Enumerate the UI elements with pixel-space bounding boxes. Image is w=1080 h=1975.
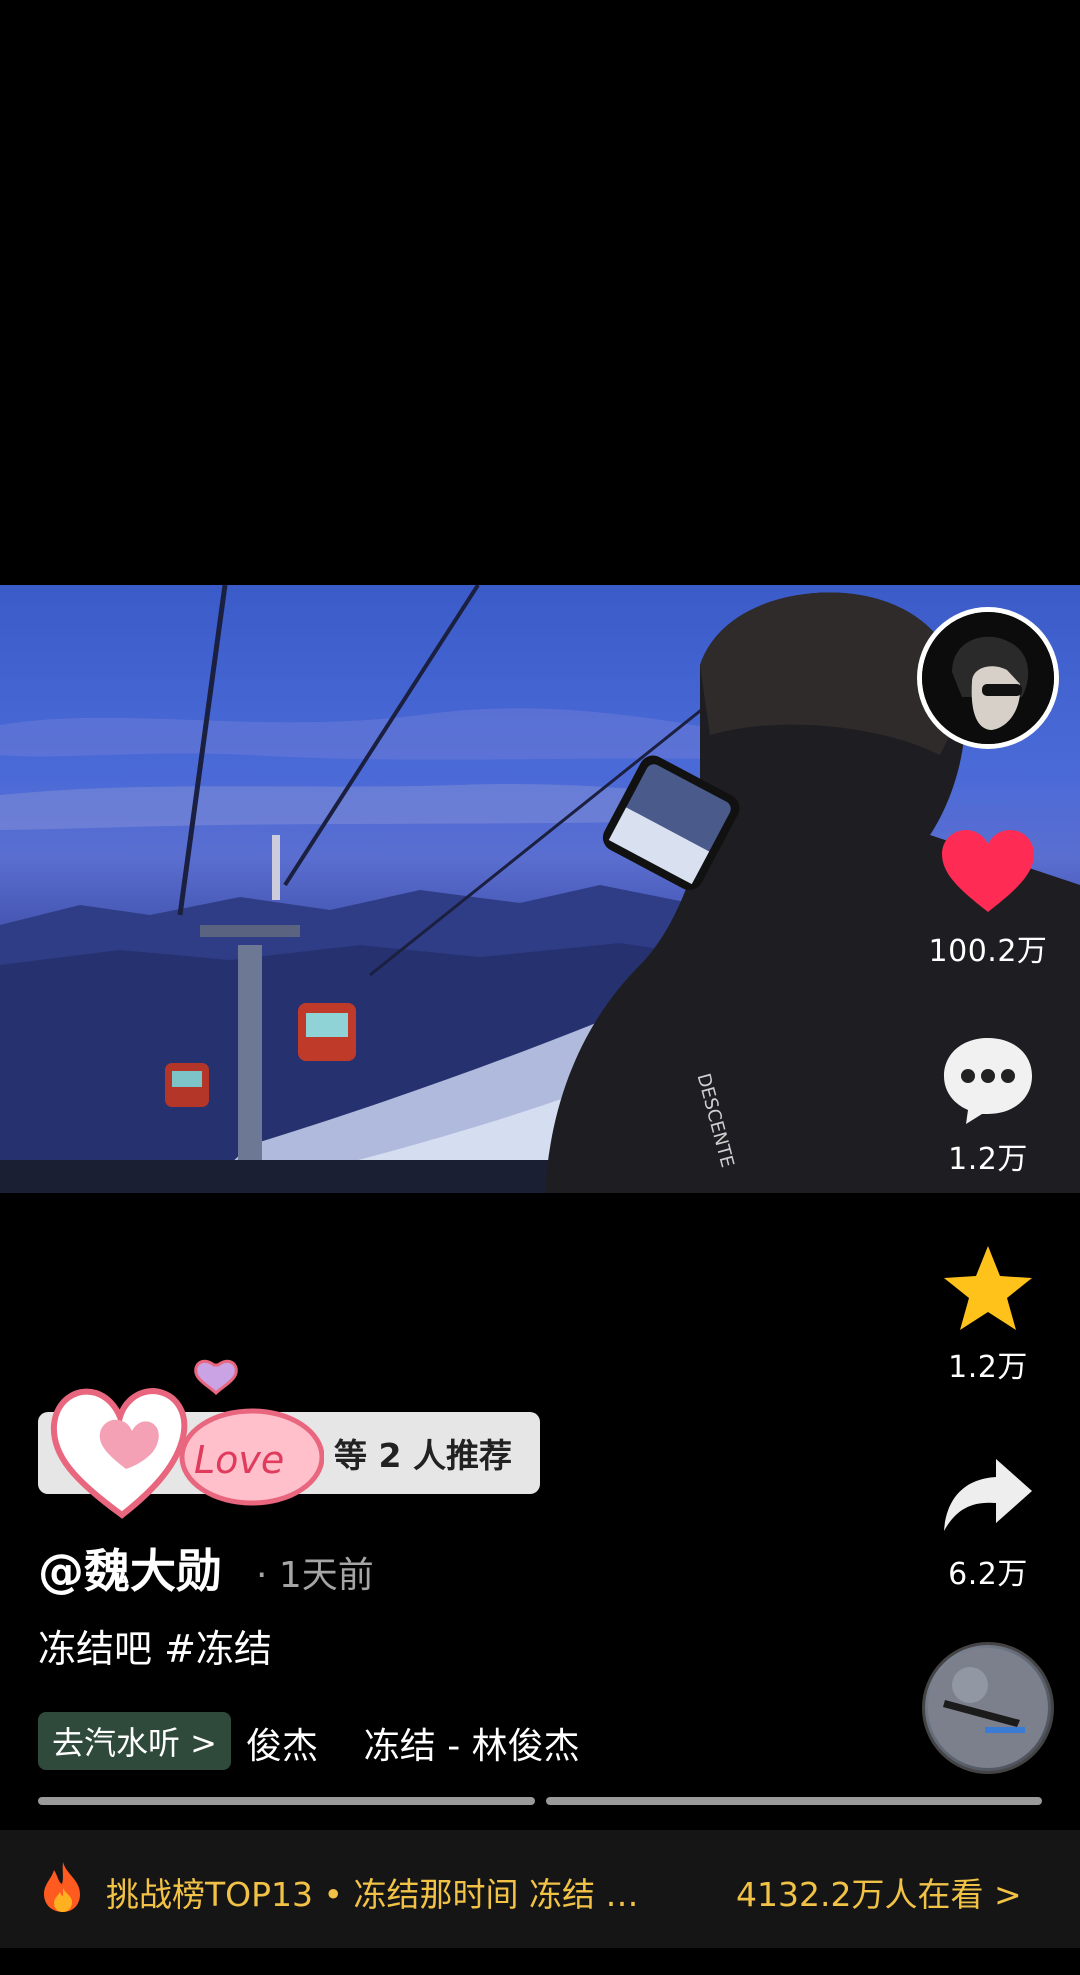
- fire-icon: [44, 1862, 80, 1912]
- listen-on-soda-button[interactable]: 去汽水听 >: [38, 1712, 231, 1770]
- favorite-action[interactable]: 1.2万: [925, 1238, 1051, 1386]
- author-name[interactable]: @魏大勋: [38, 1535, 222, 1601]
- banner-viewers-text: 4132.2万人在看 >: [736, 1875, 1022, 1914]
- like-count: 100.2万: [928, 934, 1048, 969]
- like-action[interactable]: 100.2万: [925, 822, 1051, 970]
- challenge-banner[interactable]: 挑战榜TOP13 • 冻结那时间 冻结 … 4132.2万人在看 >: [0, 1830, 1080, 1948]
- music-track-text[interactable]: 俊杰 冻结 - 林俊杰: [246, 1717, 580, 1769]
- svg-text:Love: Love: [194, 1438, 284, 1482]
- share-count: 6.2万: [948, 1557, 1028, 1592]
- video-caption[interactable]: 冻结吧 #冻结: [38, 1618, 272, 1673]
- star-icon[interactable]: [940, 1242, 1036, 1334]
- banner-challenge-text: 挑战榜TOP13 • 冻结那时间 冻结 …: [106, 1875, 639, 1914]
- post-time: · 1天前: [256, 1555, 374, 1596]
- share-action[interactable]: 6.2万: [925, 1445, 1051, 1593]
- progress-segment-2[interactable]: [546, 1797, 1042, 1805]
- comment-icon[interactable]: [940, 1034, 1036, 1126]
- recommend-text: 等 2 人推荐: [334, 1436, 512, 1475]
- comment-count: 1.2万: [948, 1142, 1028, 1177]
- progress-segment-1[interactable]: [38, 1797, 535, 1805]
- comment-action[interactable]: 1.2万: [925, 1030, 1051, 1178]
- listen-chip-label: 去汽水听 >: [52, 1724, 217, 1762]
- music-disc[interactable]: [922, 1642, 1054, 1774]
- favorite-count: 1.2万: [948, 1350, 1028, 1385]
- share-icon[interactable]: [940, 1455, 1036, 1535]
- love-sticker: Love: [50, 1359, 324, 1519]
- heart-icon[interactable]: [940, 828, 1036, 916]
- author-avatar[interactable]: [917, 607, 1059, 749]
